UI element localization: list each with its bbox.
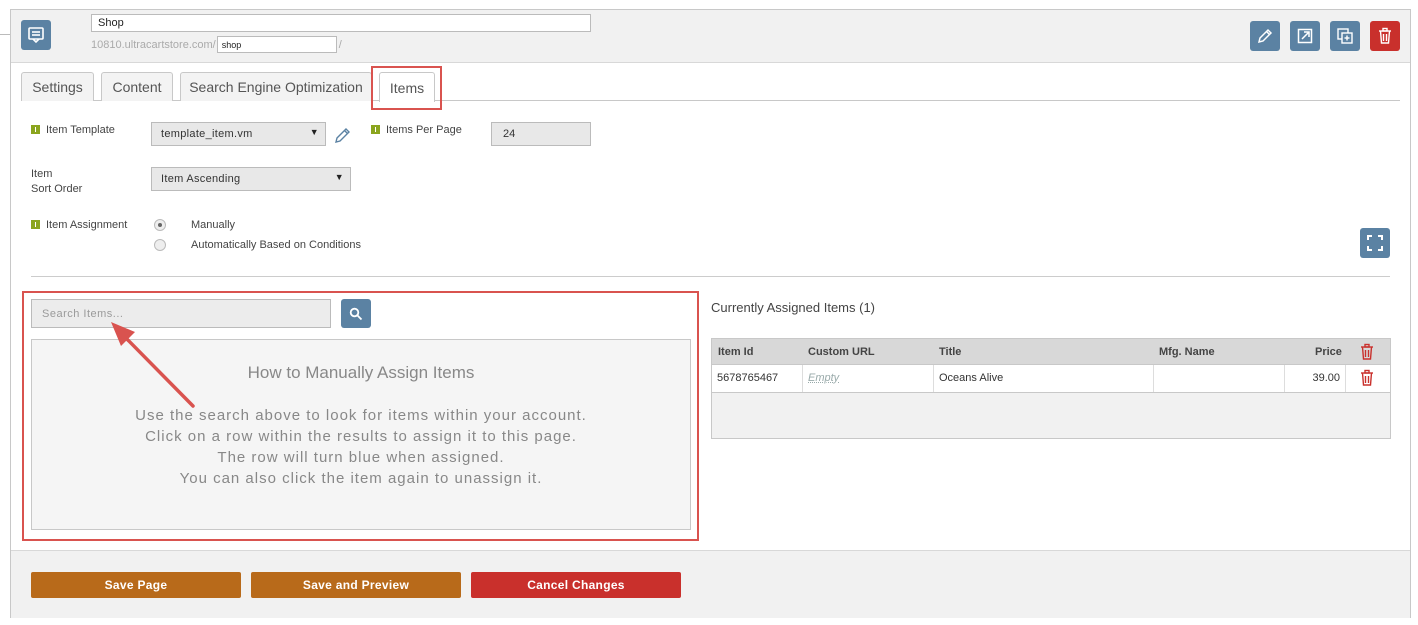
items-per-page-input[interactable]: 24 — [491, 122, 591, 146]
trash-icon — [1361, 343, 1373, 360]
edit-page-button[interactable] — [1250, 21, 1280, 51]
cell-title: Oceans Alive — [934, 365, 1154, 392]
cell-price: 39.00 — [1285, 365, 1346, 392]
assigned-items-title: Currently Assigned Items (1) — [711, 300, 876, 315]
delete-page-button[interactable] — [1370, 21, 1400, 51]
remove-all-button[interactable] — [1359, 343, 1375, 366]
page-footer: Save Page Save and Preview Cancel Change… — [11, 550, 1410, 618]
item-assignment-label: Item Assignment — [31, 218, 127, 233]
trash-icon — [1361, 369, 1373, 386]
setting-marker-icon — [371, 125, 380, 134]
item-template-select[interactable]: template_item.vm ▼ — [151, 122, 326, 146]
page-header: 10810.ultracartstore.com/ / — [11, 10, 1410, 63]
tab-settings[interactable]: Settings — [21, 72, 94, 101]
cancel-changes-button[interactable]: Cancel Changes — [471, 572, 681, 598]
items-per-page-label: Items Per Page — [371, 123, 462, 138]
col-mfg-name: Mfg. Name — [1159, 346, 1215, 358]
table-header: Item Id Custom URL Title Mfg. Name Price — [712, 339, 1390, 365]
trash-icon — [1379, 27, 1391, 44]
edit-template-button[interactable] — [333, 125, 353, 150]
radio-manually-label[interactable]: Manually — [191, 218, 235, 233]
tab-seo[interactable]: Search Engine Optimization — [180, 72, 372, 101]
page-url: 10810.ultracartstore.com/ / — [91, 36, 342, 53]
table-row[interactable]: 5678765467 Empty Oceans Alive 39.00 — [712, 365, 1390, 393]
section-divider — [31, 276, 1390, 277]
remove-item-button[interactable] — [1359, 369, 1375, 392]
cell-mfg-name — [1154, 365, 1285, 392]
fullscreen-button[interactable] — [1360, 228, 1390, 258]
save-page-button[interactable]: Save Page — [31, 572, 241, 598]
editor-tabs: Settings Content Search Engine Optimizat… — [21, 72, 1400, 102]
save-and-preview-button[interactable]: Save and Preview — [251, 572, 461, 598]
col-item-id: Item Id — [718, 346, 754, 358]
page-editor-panel: 10810.ultracartstore.com/ / — [10, 9, 1411, 618]
external-link-icon — [1297, 28, 1313, 44]
cell-item-id: 5678765467 — [712, 365, 803, 392]
url-suffix: / — [338, 38, 342, 51]
outer-divider — [0, 34, 10, 35]
copy-icon — [1337, 28, 1353, 44]
dropdown-arrow-icon: ▼ — [334, 172, 344, 182]
radio-automatic[interactable] — [154, 239, 166, 251]
pencil-icon — [1257, 28, 1273, 44]
setting-marker-icon — [31, 220, 40, 229]
dropdown-arrow-icon: ▼ — [309, 127, 319, 137]
url-slug-input[interactable] — [216, 36, 337, 53]
search-area-highlight — [22, 291, 699, 541]
col-price: Price — [1315, 346, 1342, 358]
expand-icon — [1367, 235, 1383, 251]
radio-manually[interactable] — [154, 219, 166, 231]
page-name-input[interactable] — [91, 14, 591, 32]
setting-marker-icon — [31, 125, 40, 134]
item-template-label: Item Template — [31, 123, 115, 138]
page-list-icon[interactable] — [21, 20, 51, 50]
assigned-items-table: Item Id Custom URL Title Mfg. Name Price… — [711, 338, 1391, 439]
open-page-button[interactable] — [1290, 21, 1320, 51]
pencil-icon — [335, 128, 350, 143]
radio-automatic-label[interactable]: Automatically Based on Conditions — [191, 238, 361, 253]
sort-order-select[interactable]: Item Ascending ▼ — [151, 167, 351, 191]
cell-custom-url[interactable]: Empty — [803, 365, 934, 392]
url-prefix: 10810.ultracartstore.com/ — [91, 38, 216, 51]
col-title: Title — [939, 346, 962, 358]
sort-order-label: Item Sort Order — [31, 168, 83, 195]
items-tab-highlight — [371, 66, 442, 110]
tab-content[interactable]: Content — [101, 72, 173, 101]
col-custom-url: Custom URL — [808, 346, 875, 358]
copy-page-button[interactable] — [1330, 21, 1360, 51]
